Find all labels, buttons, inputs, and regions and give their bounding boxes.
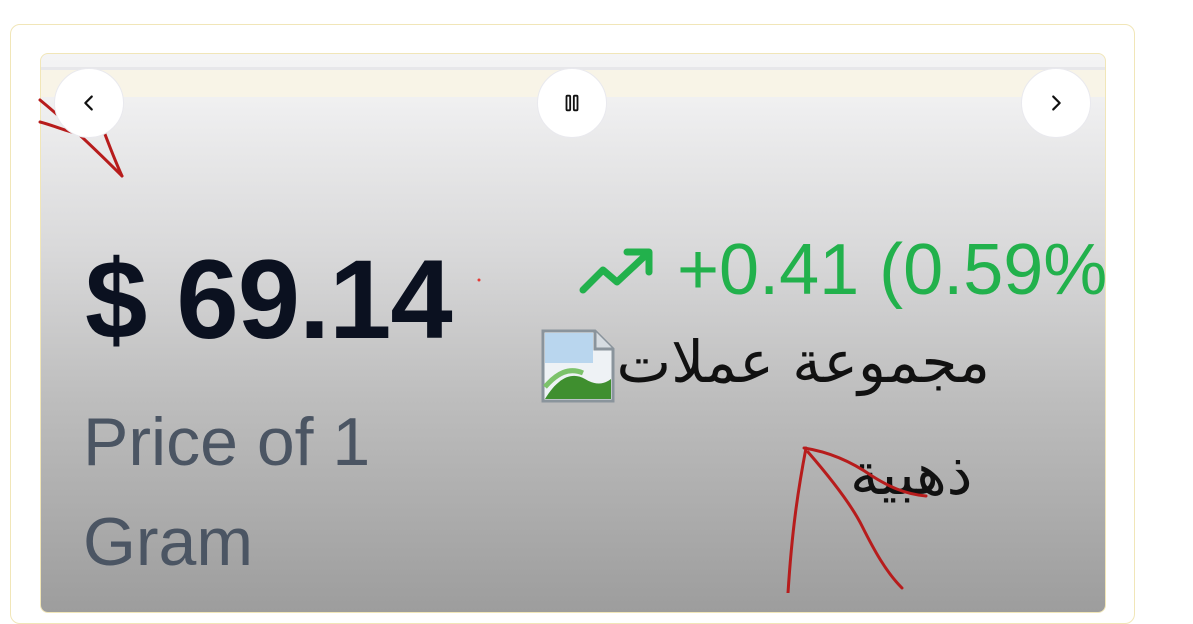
- carousel-prev-button[interactable]: [54, 68, 124, 138]
- price-change: +0.41 (0.59%): [579, 230, 1106, 310]
- gold-price: $ 69.14: [85, 237, 453, 362]
- carousel-next-button[interactable]: [1021, 68, 1091, 138]
- chevron-left-icon: [84, 95, 93, 111]
- price-change-value: +0.41 (0.59%): [677, 230, 1106, 310]
- chevron-right-icon: [1052, 95, 1061, 111]
- collection-title-line2: ذهبية: [850, 440, 973, 508]
- broken-image-icon: [541, 329, 614, 403]
- pause-icon: [565, 94, 579, 112]
- price-unit-label: Price of 1 Gram: [83, 404, 371, 580]
- carousel-pause-button[interactable]: [537, 68, 607, 138]
- collection-title[interactable]: مجموعة عملات ذهبية: [500, 306, 990, 530]
- collection-title-line1: مجموعة عملات: [616, 328, 991, 396]
- trending-up-icon: [579, 248, 653, 294]
